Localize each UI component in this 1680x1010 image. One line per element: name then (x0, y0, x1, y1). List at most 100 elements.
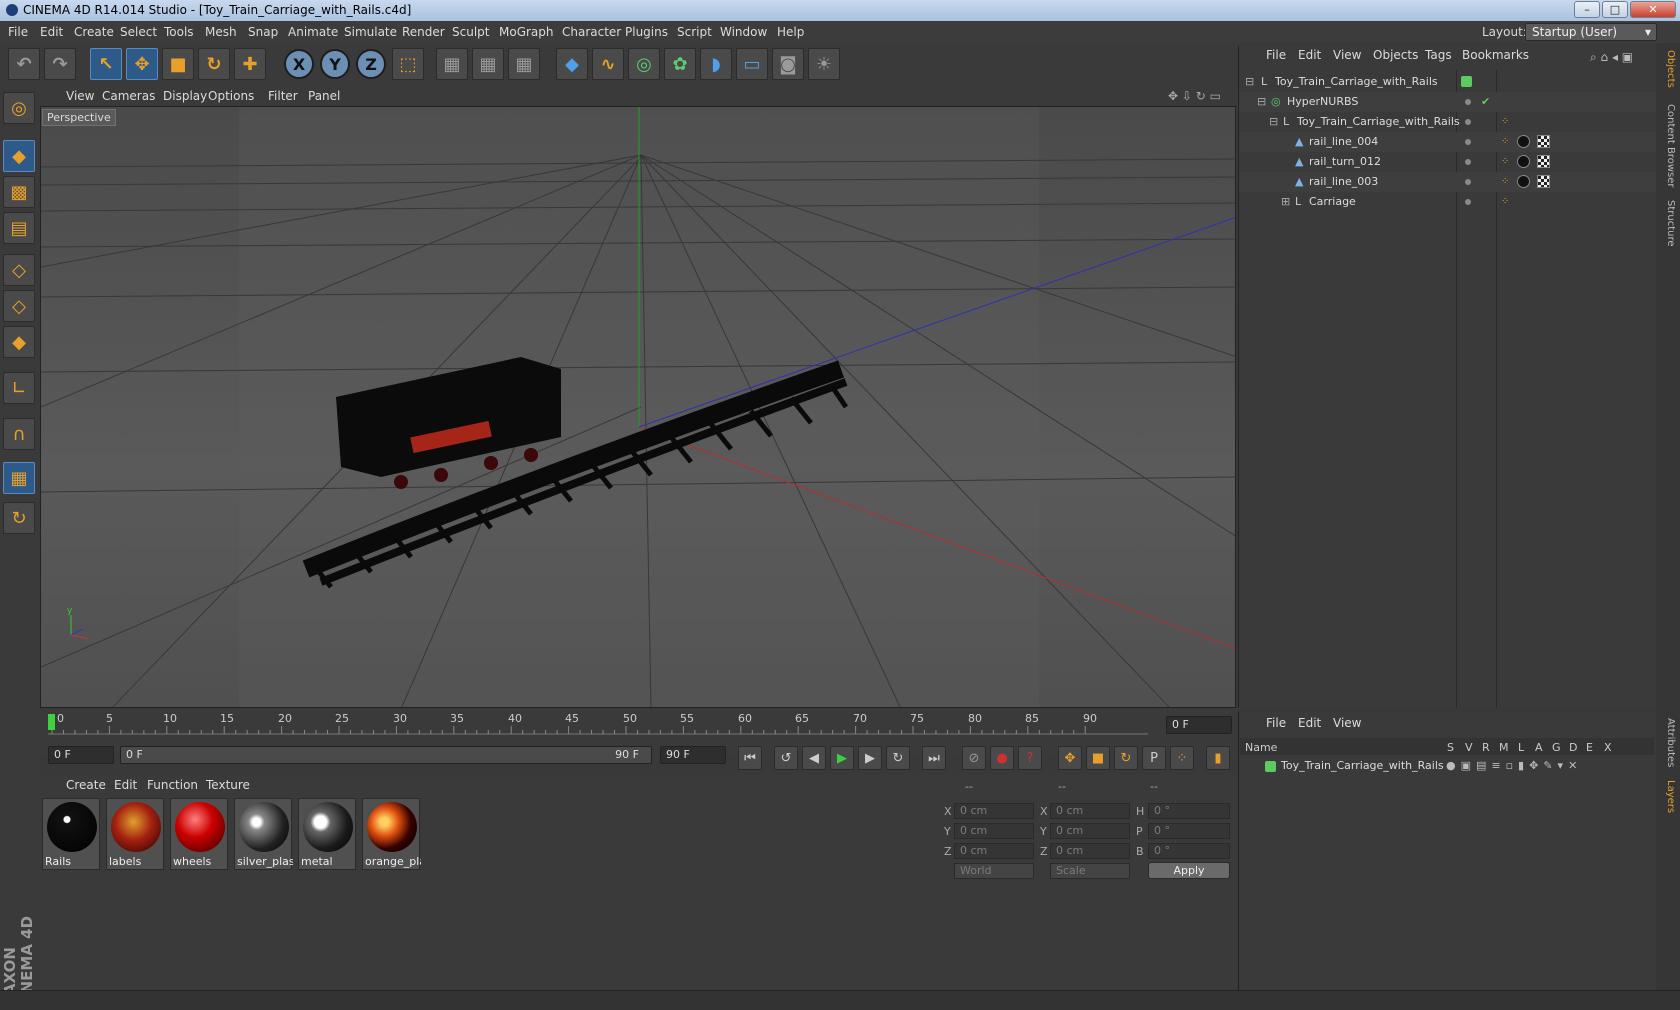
locked-workplane-icon[interactable]: ↻ (3, 502, 35, 534)
tab-layers[interactable]: Layers (1660, 780, 1676, 813)
y-axis-lock-icon[interactable]: Y (320, 49, 350, 79)
axis-mode-icon[interactable]: ∟ (3, 372, 35, 404)
visibility-dot[interactable] (1465, 179, 1471, 185)
vp-menu-options[interactable]: Options (208, 86, 254, 106)
make-editable-icon[interactable]: ◎ (3, 92, 35, 124)
live-selection-icon[interactable]: ↖ (90, 48, 122, 80)
vp-menu-panel[interactable]: Panel (308, 86, 340, 106)
material-swatch[interactable]: wheels (170, 798, 228, 870)
material-tag-icon[interactable] (1517, 135, 1530, 148)
key-position-icon[interactable]: ✥ (1058, 746, 1082, 770)
object-row[interactable]: ▲ rail_line_003 ⁘ (1239, 172, 1656, 192)
layer-menu-view[interactable]: View (1333, 716, 1361, 730)
menu-sculpt[interactable]: Sculpt (452, 21, 489, 43)
material-tag-icon[interactable] (1517, 175, 1530, 188)
autokey-icon[interactable]: ⊘ (962, 746, 986, 770)
size-y-field[interactable]: 0 cm (1050, 823, 1130, 839)
model-mode-icon[interactable]: ◆ (3, 140, 35, 172)
expand-toggle-icon[interactable]: ⊟ (1269, 112, 1278, 132)
vp-menu-filter[interactable]: Filter (268, 86, 298, 106)
visibility-dot[interactable] (1465, 199, 1471, 205)
maximize-button[interactable]: □ (1602, 1, 1628, 18)
obj-search-home-icons[interactable]: ⌕ ⌂ ◂ ▣ (1590, 50, 1633, 65)
expand-toggle-icon[interactable]: ⊟ (1257, 92, 1266, 112)
array-icon[interactable]: ✿ (664, 48, 696, 80)
mat-menu-texture[interactable]: Texture (206, 778, 250, 792)
next-frame-icon[interactable]: ▶ (858, 746, 882, 770)
obj-menu-view[interactable]: View (1333, 48, 1361, 62)
visibility-dot[interactable] (1465, 139, 1471, 145)
vp-menu-cameras[interactable]: Cameras (102, 86, 155, 106)
obj-menu-edit[interactable]: Edit (1298, 48, 1321, 62)
layout-select[interactable]: Startup (User) ▾ (1525, 23, 1657, 41)
mat-menu-function[interactable]: Function (147, 778, 198, 792)
minimize-button[interactable]: – (1574, 1, 1600, 18)
object-row[interactable]: ⊞ L Carriage ⁘ (1239, 192, 1656, 212)
move-tool-icon[interactable]: ✥ (126, 48, 158, 80)
help-keyframe-icon[interactable]: ? (1018, 746, 1042, 770)
menu-file[interactable]: File (8, 21, 28, 43)
tab-objects[interactable]: Objects (1660, 50, 1676, 88)
enabled-check-icon[interactable]: ✔ (1481, 92, 1490, 112)
obj-menu-file[interactable]: File (1266, 48, 1286, 62)
menu-mograph[interactable]: MoGraph (499, 21, 554, 43)
rotation-h-field[interactable]: 0 ° (1148, 803, 1230, 819)
points-mode-icon[interactable]: ◇ (3, 254, 35, 286)
menu-plugins[interactable]: Plugins (625, 21, 668, 43)
menu-tools[interactable]: Tools (164, 21, 194, 43)
object-row[interactable]: ⊟ L Toy_Train_Carriage_with_Rails ⁘ (1239, 112, 1656, 132)
key-rotation-icon[interactable]: ↻ (1114, 746, 1138, 770)
go-to-end-icon[interactable]: ⏭ (922, 746, 946, 770)
previous-key-icon[interactable]: ↺ (774, 746, 798, 770)
menu-character[interactable]: Character (562, 21, 621, 43)
menu-select[interactable]: Select (120, 21, 157, 43)
start-frame-field[interactable]: 0 F (48, 746, 114, 764)
obj-menu-bookmarks[interactable]: Bookmarks (1462, 48, 1529, 62)
layer-menu-file[interactable]: File (1266, 716, 1286, 730)
mat-menu-create[interactable]: Create (66, 778, 106, 792)
render-view-icon[interactable]: ▦ (436, 48, 468, 80)
3d-viewport[interactable]: y (40, 106, 1236, 708)
tab-structure[interactable]: Structure (1660, 200, 1676, 247)
expand-toggle-icon[interactable]: ⊞ (1281, 192, 1290, 212)
render-settings-icon[interactable]: ▦ (508, 48, 540, 80)
material-swatch[interactable]: orange_pla (362, 798, 421, 870)
menu-edit[interactable]: Edit (40, 21, 63, 43)
uvw-tag-icon[interactable] (1537, 175, 1550, 188)
key-pla-icon[interactable]: ⁘ (1170, 746, 1194, 770)
key-scale-icon[interactable]: ■ (1086, 746, 1110, 770)
scale-tool-icon[interactable]: ■ (162, 48, 194, 80)
position-z-field[interactable]: 0 cm (954, 843, 1034, 859)
texture-mode-icon[interactable]: ▩ (3, 176, 35, 208)
menu-window[interactable]: Window (720, 21, 767, 43)
world-select[interactable]: World (954, 863, 1034, 879)
previous-frame-icon[interactable]: ◀ (802, 746, 826, 770)
go-to-start-icon[interactable]: ⏮ (738, 746, 762, 770)
material-swatch[interactable]: silver_plast (234, 798, 293, 870)
menu-simulate[interactable]: Simulate (344, 21, 397, 43)
material-tag-icon[interactable] (1517, 155, 1530, 168)
key-parameter-icon[interactable]: P (1142, 746, 1166, 770)
light-icon[interactable]: ☀ (808, 48, 840, 80)
phong-tag-icon[interactable]: ⁘ (1501, 152, 1511, 167)
layer-flag-icons[interactable]: ●▣▤≡▫▮✥✎▾✕ (1446, 756, 1582, 776)
redo-icon[interactable]: ↷ (44, 48, 76, 80)
scale-select[interactable]: Scale (1050, 863, 1130, 879)
phong-tag-icon[interactable]: ⁘ (1501, 132, 1511, 147)
cube-object-icon[interactable]: ◆ (556, 48, 588, 80)
floor-scene-icon[interactable]: ▭ (736, 48, 768, 80)
material-swatch[interactable]: Rails (42, 798, 100, 870)
rotation-p-field[interactable]: 0 ° (1148, 823, 1230, 839)
play-icon[interactable]: ▶ (830, 746, 854, 770)
spline-pen-icon[interactable]: ∿ (592, 48, 624, 80)
x-axis-lock-icon[interactable]: X (284, 49, 314, 79)
deformer-icon[interactable]: ◗ (700, 48, 732, 80)
coordinate-system-icon[interactable]: ⬚ (392, 48, 424, 80)
size-z-field[interactable]: 0 cm (1050, 843, 1130, 859)
material-swatch[interactable]: metal (298, 798, 356, 870)
frame-range-slider[interactable]: 0 F 90 F (120, 746, 652, 764)
object-row[interactable]: ⊟ L Toy_Train_Carriage_with_Rails (1239, 72, 1656, 92)
menu-help[interactable]: Help (777, 21, 804, 43)
mat-menu-edit[interactable]: Edit (114, 778, 137, 792)
size-x-field[interactable]: 0 cm (1050, 803, 1130, 819)
